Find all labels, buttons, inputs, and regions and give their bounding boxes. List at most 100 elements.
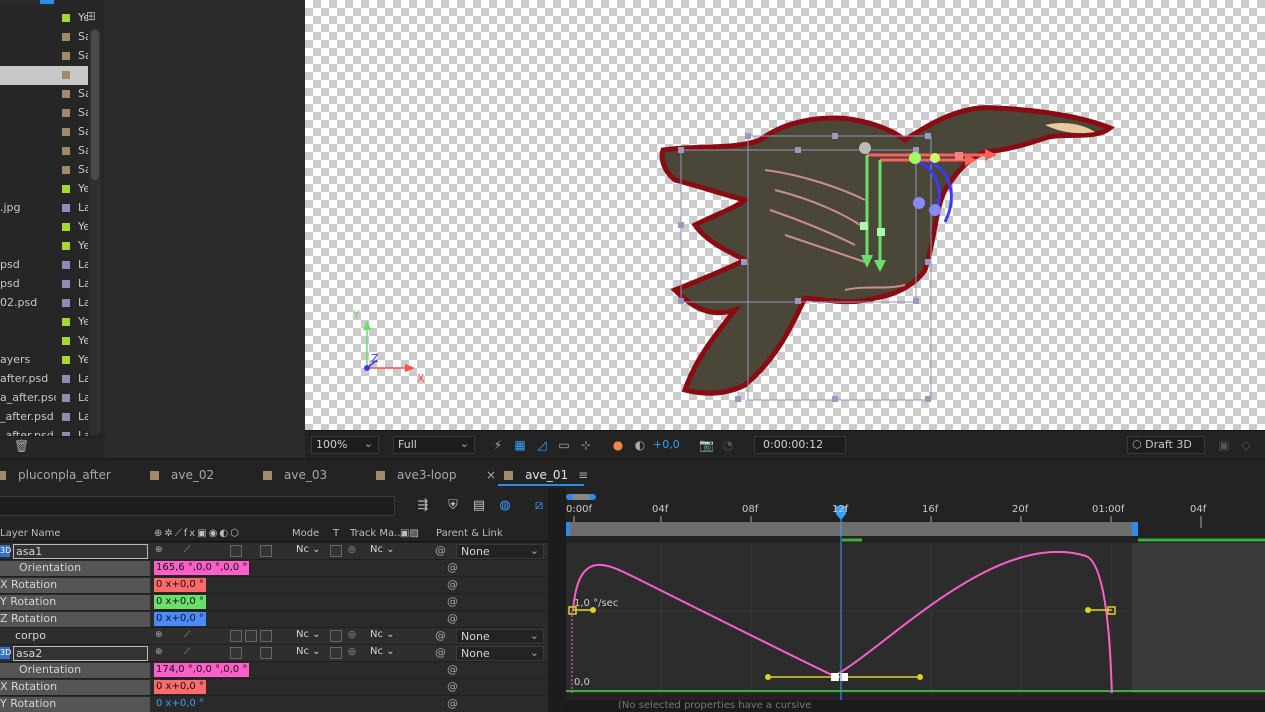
- tab-ave-03[interactable]: ave_03: [263, 468, 327, 482]
- expression-icon[interactable]: @: [447, 561, 458, 574]
- motion-blur-switch[interactable]: [230, 647, 242, 659]
- trash-icon[interactable]: 🗑: [14, 439, 29, 453]
- comp-mini-flowchart-icon[interactable]: ⇶: [414, 498, 432, 514]
- timecode-field[interactable]: 0:00:00:12: [754, 436, 846, 454]
- motion-blur-switch[interactable]: [230, 545, 242, 557]
- track-matte-dropdown[interactable]: Nc ⌄: [370, 629, 395, 644]
- project-item[interactable]: after.psd La: [0, 370, 88, 389]
- project-item[interactable]: 02.psd La: [0, 294, 88, 313]
- layer-name[interactable]: asa1: [13, 544, 148, 559]
- exposure-value[interactable]: +0,0: [653, 438, 680, 451]
- project-item[interactable]: Ye: [0, 313, 88, 332]
- layer-name[interactable]: asa2: [13, 646, 148, 661]
- property-row-x-rotation[interactable]: X Rotation 0 x+0,0 ° @: [0, 577, 548, 594]
- project-item[interactable]: Sa: [0, 161, 88, 180]
- label-color-swatch[interactable]: [62, 166, 70, 174]
- label-color-swatch[interactable]: [62, 223, 70, 231]
- mode-header[interactable]: Mode: [292, 528, 319, 539]
- property-value[interactable]: 174,0 °,0,0 °,0,0 °: [154, 663, 250, 677]
- expression-icon[interactable]: @: [447, 697, 458, 710]
- project-item[interactable]: psd La: [0, 256, 88, 275]
- motion-blur-switch[interactable]: [230, 630, 242, 642]
- property-row-z-rotation[interactable]: Z Rotation 0 x+0,0 ° @: [0, 611, 548, 628]
- track-matte-header[interactable]: Track Ma...: [350, 528, 404, 539]
- property-value[interactable]: 165,6 °,0,0 °,0,0 °: [154, 561, 250, 575]
- label-color-swatch[interactable]: [62, 394, 70, 402]
- mask-path-icon[interactable]: ◿: [535, 438, 549, 452]
- property-value[interactable]: 0 x+0,0 °: [154, 595, 206, 609]
- project-item[interactable]: Ye: [0, 9, 88, 28]
- tab-pluconpla-after[interactable]: pluconpla_after: [0, 468, 111, 482]
- label-color-swatch[interactable]: [62, 90, 70, 98]
- label-color-swatch[interactable]: [62, 356, 70, 364]
- parent-link-header[interactable]: Parent & Link: [436, 528, 503, 539]
- region-of-interest-icon[interactable]: ▭: [557, 438, 571, 452]
- adjustment-switch[interactable]: [245, 630, 257, 642]
- close-icon[interactable]: ×: [486, 468, 496, 482]
- transparency-grid-icon[interactable]: ▦: [513, 438, 527, 452]
- show-snapshot-icon[interactable]: ◔: [721, 438, 735, 452]
- project-item[interactable]: _after.psd La: [0, 408, 88, 427]
- frame-blending-icon[interactable]: ▤: [470, 498, 488, 514]
- label-color-swatch[interactable]: [62, 147, 70, 155]
- quality-icon[interactable]: ⟋: [184, 630, 190, 640]
- label-color-swatch[interactable]: [62, 337, 70, 345]
- 3d-layer-switch[interactable]: [260, 630, 272, 642]
- label-color-swatch[interactable]: [62, 299, 70, 307]
- project-item[interactable]: Sa: [0, 66, 88, 85]
- label-color-swatch[interactable]: [62, 375, 70, 383]
- label-color-swatch[interactable]: [62, 109, 70, 117]
- project-item[interactable]: Ye: [0, 332, 88, 351]
- layer-name[interactable]: corpo: [13, 629, 148, 644]
- project-item[interactable]: Sa: [0, 85, 88, 104]
- property-value[interactable]: 0 x+0,0 °: [154, 578, 206, 592]
- project-item[interactable]: ayers Ye: [0, 351, 88, 370]
- draft-3d-icon[interactable]: ⛨: [444, 498, 462, 514]
- property-row-orientation[interactable]: ⌇ Orientation 165,6 °,0,0 °,0,0 ° @: [0, 560, 548, 577]
- snapshot-icon[interactable]: 📷: [699, 438, 714, 452]
- mode-dropdown[interactable]: Nc ⌄: [296, 629, 321, 644]
- preserve-transparency[interactable]: [330, 545, 342, 557]
- motion-blur-icon[interactable]: ◍: [496, 498, 514, 514]
- label-color-swatch[interactable]: [62, 204, 70, 212]
- project-item[interactable]: a_after.psd La: [0, 389, 88, 408]
- fast-previews-icon[interactable]: ⚡: [491, 438, 505, 452]
- preserve-transparency[interactable]: [330, 630, 342, 642]
- property-row-y-rotation-2[interactable]: Y Rotation 0 x+0,0 ° @: [0, 696, 548, 712]
- project-item[interactable]: Ye: [0, 218, 88, 237]
- track-matte-dropdown[interactable]: Nc ⌄: [370, 646, 395, 661]
- label-color-swatch[interactable]: [62, 242, 70, 250]
- zoom-dropdown[interactable]: 100% ⌄: [311, 436, 379, 454]
- project-item[interactable]: Sa: [0, 123, 88, 142]
- channel-icon[interactable]: ●: [611, 438, 625, 452]
- preserve-transparency[interactable]: [330, 647, 342, 659]
- flowchart-icon[interactable]: ⊞: [86, 9, 102, 23]
- mode-dropdown[interactable]: Nc ⌄: [296, 544, 321, 559]
- layer-row-corpo[interactable]: corpo ⊕ ⟋ Nc ⌄ ◎ Nc ⌄ @ None ⌄: [0, 628, 548, 645]
- property-row-orientation-2[interactable]: ⌇ Orientation 174,0 °,0,0 °,0,0 ° @: [0, 662, 548, 679]
- parent-dropdown[interactable]: None ⌄: [456, 544, 544, 559]
- property-row-x-rotation-2[interactable]: X Rotation 0 x+0,0 ° @: [0, 679, 548, 696]
- shy-icon[interactable]: ⊕: [155, 630, 163, 640]
- label-color-swatch[interactable]: [62, 33, 70, 41]
- extended-viewer-icon[interactable]: ▣: [1217, 438, 1231, 452]
- menu-icon[interactable]: ≡: [578, 468, 588, 482]
- tab-ave3-loop[interactable]: ave3-loop: [376, 468, 456, 482]
- graph-editor[interactable]: 0:00f 04f 08f 12f 16f 20f 01:00f 04f 1,0…: [566, 488, 1265, 712]
- layer-name-header[interactable]: Layer Name: [0, 528, 61, 539]
- label-color-swatch[interactable]: [62, 280, 70, 288]
- project-item[interactable]: Sa: [0, 28, 88, 47]
- label-color-swatch[interactable]: [62, 71, 70, 79]
- quality-icon[interactable]: ⟋: [184, 647, 190, 657]
- label-color-swatch[interactable]: [62, 128, 70, 136]
- property-value[interactable]: 0 x+0,0 °: [154, 612, 206, 626]
- tab-ave-02[interactable]: ave_02: [150, 468, 214, 482]
- pickwhip-icon[interactable]: @: [435, 629, 446, 642]
- project-item[interactable]: Sa: [0, 104, 88, 123]
- expression-icon[interactable]: @: [447, 680, 458, 693]
- property-value[interactable]: 0 x+0,0 °: [154, 697, 206, 711]
- expression-icon[interactable]: @: [447, 578, 458, 591]
- quality-icon[interactable]: ⟋: [184, 545, 190, 555]
- label-color-swatch[interactable]: [62, 318, 70, 326]
- reset-exposure-icon[interactable]: ◐: [633, 438, 647, 452]
